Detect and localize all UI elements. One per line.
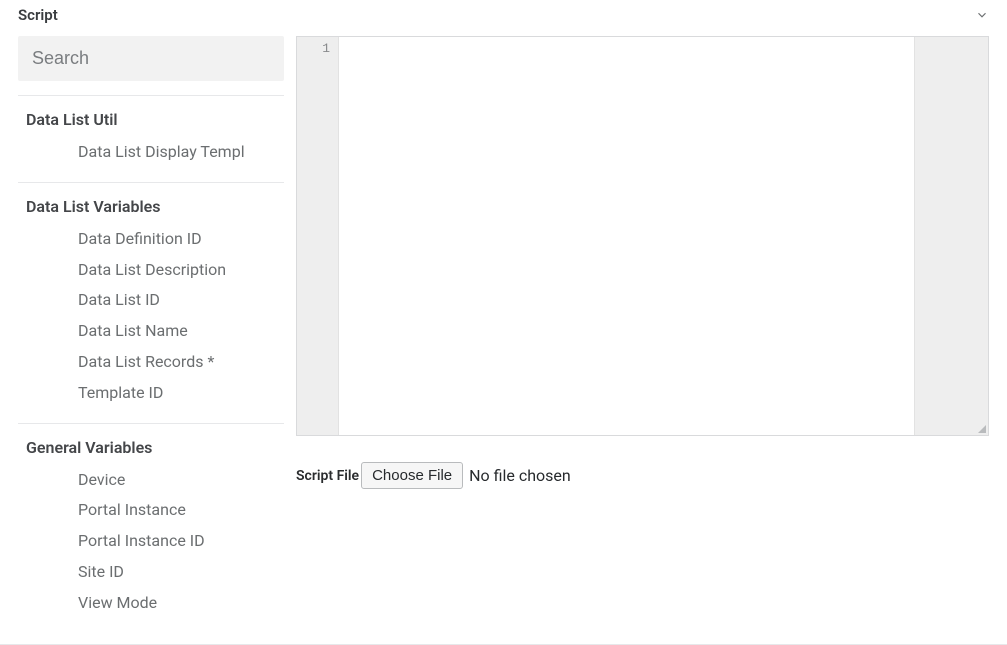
file-status: No file chosen: [469, 466, 571, 485]
resize-handle-icon[interactable]: [974, 421, 986, 433]
tree-item[interactable]: Data List ID: [78, 285, 276, 316]
tree-item[interactable]: Data List Display Templ: [78, 137, 276, 168]
tree-item[interactable]: View Mode: [78, 588, 276, 619]
panel-title: Script: [18, 6, 58, 24]
sidebar: Data List Util Data List Display Templ D…: [18, 36, 284, 644]
tree-item[interactable]: Portal Instance ID: [78, 526, 276, 557]
tree-item[interactable]: Device: [78, 465, 276, 496]
choose-file-button[interactable]: Choose File: [361, 462, 463, 489]
panel-header[interactable]: Script: [0, 0, 1007, 30]
group-header-data-list-util[interactable]: Data List Util: [18, 96, 284, 137]
line-number: 1: [297, 41, 330, 57]
tree-item[interactable]: Data List Records *: [78, 347, 276, 378]
tree-item[interactable]: Data Definition ID: [78, 224, 276, 255]
tree-item[interactable]: Template ID: [78, 378, 276, 409]
script-file-label: Script File: [296, 468, 359, 484]
editor-content[interactable]: [339, 37, 914, 435]
editor-gutter: 1: [297, 37, 339, 435]
tree-item[interactable]: Site ID: [78, 557, 276, 588]
tree-item[interactable]: Portal Instance: [78, 495, 276, 526]
code-editor[interactable]: 1: [296, 36, 989, 436]
group-header-data-list-variables[interactable]: Data List Variables: [18, 183, 284, 224]
chevron-down-icon: [975, 8, 989, 22]
tree-item[interactable]: Data List Name: [78, 316, 276, 347]
search-input[interactable]: [18, 36, 284, 81]
tree-item[interactable]: Data List Description: [78, 255, 276, 286]
group-header-general-variables[interactable]: General Variables: [18, 424, 284, 465]
variable-tree[interactable]: Data List Util Data List Display Templ D…: [18, 95, 284, 634]
editor-right-strip: [914, 37, 988, 435]
